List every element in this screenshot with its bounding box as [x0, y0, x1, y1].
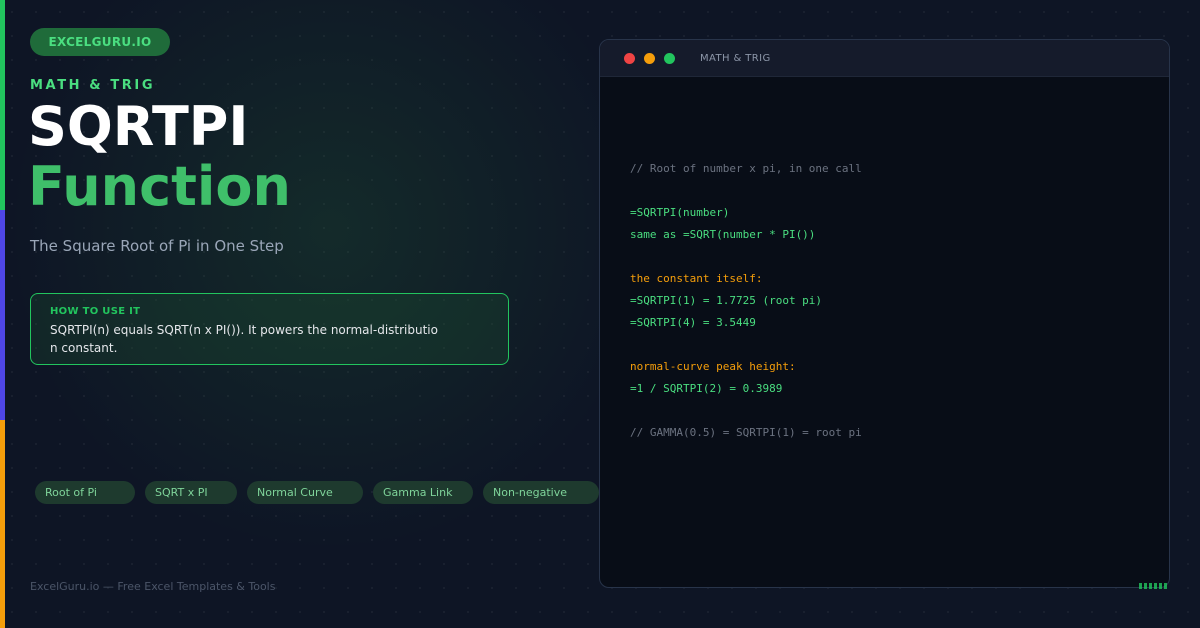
tag-sqrt-x-pi: SQRT x PI	[145, 481, 237, 504]
window-title: MATH & TRIG	[700, 53, 771, 64]
tag-non-negative: Non-negative	[483, 481, 599, 504]
tag-root-of-pi: Root of Pi	[35, 481, 135, 504]
footer-text: ExcelGuru.io — Free Excel Templates & To…	[30, 580, 276, 593]
page-title: SQRTPI	[28, 95, 249, 158]
tag-gamma-link: Gamma Link	[373, 481, 473, 504]
accent-bar-blue	[0, 210, 5, 420]
corner-pattern-icon	[1139, 583, 1169, 589]
code-line: same as =SQRT(number * PI())	[630, 228, 816, 241]
brand-badge: EXCELGURU.IO	[30, 28, 170, 56]
accent-bar-green	[0, 0, 5, 210]
code-comment: // Root of number x pi, in one call	[630, 162, 862, 175]
page-subtitle: The Square Root of Pi in One Step	[30, 237, 284, 255]
code-section-label: the constant itself:	[630, 272, 763, 285]
code-section-label: normal-curve peak height:	[630, 360, 796, 373]
code-line: =SQRTPI(number)	[630, 206, 730, 219]
category-label: MATH & TRIG	[30, 78, 156, 93]
usage-callout: HOW TO USE IT SQRTPI(n) equals SQRT(n x …	[30, 293, 509, 365]
page: EXCELGURU.IO MATH & TRIG SQRTPI Function…	[0, 0, 1200, 628]
code-line: =1 / SQRTPI(2) = 0.3989	[630, 382, 783, 395]
maximize-dot-icon	[664, 53, 675, 64]
code-line: =SQRTPI(4) = 3.5449	[630, 316, 756, 329]
close-dot-icon	[624, 53, 635, 64]
code-comment: // GAMMA(0.5) = SQRTPI(1) = root pi	[630, 426, 862, 439]
code-line: =SQRTPI(1) = 1.7725 (root pi)	[630, 294, 823, 307]
code-window: MATH & TRIG // Root of number x pi, in o…	[599, 39, 1170, 588]
usage-text: SQRTPI(n) equals SQRT(n x PI()). It powe…	[50, 323, 438, 355]
usage-heading: HOW TO USE IT	[50, 306, 141, 317]
minimize-dot-icon	[644, 53, 655, 64]
accent-bar-orange	[0, 420, 5, 628]
tag-normal-curve: Normal Curve	[247, 481, 363, 504]
window-title-bar: MATH & TRIG	[600, 40, 1169, 77]
page-title-highlight: Function	[28, 155, 291, 218]
